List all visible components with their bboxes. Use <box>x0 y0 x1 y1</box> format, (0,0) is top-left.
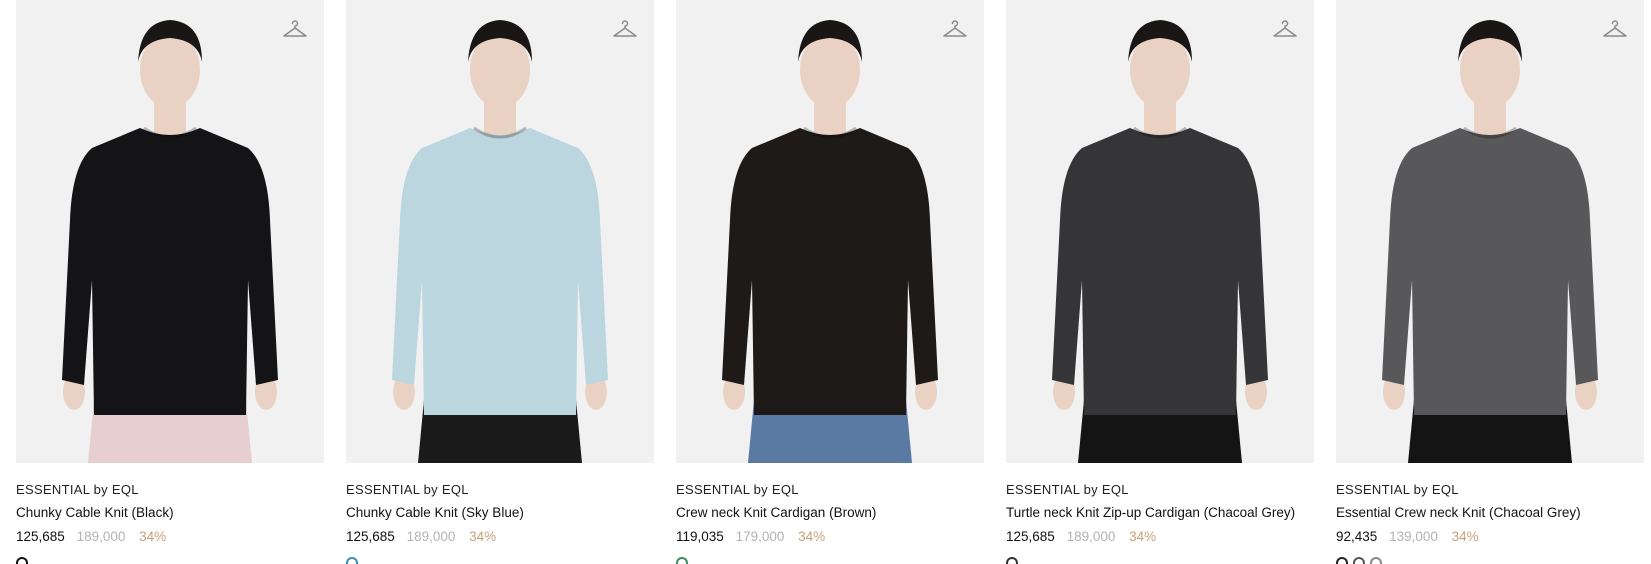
model-illustration <box>392 20 608 463</box>
product-card[interactable]: ESSENTIAL by EQL Essential Crew neck Kni… <box>1336 0 1644 564</box>
discount-badge: 34% <box>139 529 167 544</box>
product-image[interactable] <box>1006 0 1314 463</box>
discount-badge: 34% <box>469 529 497 544</box>
garment <box>62 128 278 415</box>
color-swatches <box>1336 556 1387 564</box>
product-image[interactable] <box>676 0 984 463</box>
color-swatch[interactable] <box>346 557 358 564</box>
model-illustration <box>62 20 278 463</box>
sale-price: 125,685 <box>16 529 65 544</box>
sale-price: 119,035 <box>676 529 724 544</box>
hanger-icon[interactable] <box>942 18 968 40</box>
color-swatches <box>346 556 363 564</box>
sale-price: 125,685 <box>1006 529 1055 544</box>
model-illustration <box>722 20 938 463</box>
sale-price: 125,685 <box>346 529 395 544</box>
brand-label: ESSENTIAL by EQL <box>1006 482 1129 497</box>
brand-label: ESSENTIAL by EQL <box>676 482 799 497</box>
original-price: 189,000 <box>76 529 126 544</box>
hanger-icon[interactable] <box>282 18 308 40</box>
brand-label: ESSENTIAL by EQL <box>346 482 469 497</box>
color-swatches <box>676 556 693 564</box>
product-name[interactable]: Chunky Cable Knit (Sky Blue) <box>346 505 524 520</box>
price-row: 125,685 189,000 34% <box>346 529 496 544</box>
color-swatches <box>16 556 33 564</box>
price-row: 92,435 139,000 34% <box>1336 529 1479 544</box>
original-price: 139,000 <box>1389 529 1438 544</box>
product-image[interactable] <box>16 0 324 463</box>
discount-badge: 34% <box>1451 529 1479 544</box>
model-illustration <box>1052 20 1268 463</box>
price-row: 125,685 189,000 34% <box>16 529 166 544</box>
product-card[interactable]: ESSENTIAL by EQL Crew neck Knit Cardigan… <box>676 0 984 564</box>
original-price: 189,000 <box>406 529 456 544</box>
hanger-icon[interactable] <box>1602 18 1628 40</box>
product-card[interactable]: ESSENTIAL by EQL Turtle neck Knit Zip-up… <box>1006 0 1314 564</box>
product-grid: ESSENTIAL by EQL Chunky Cable Knit (Blac… <box>0 0 1651 564</box>
brand-label: ESSENTIAL by EQL <box>1336 482 1459 497</box>
product-card[interactable]: ESSENTIAL by EQL Chunky Cable Knit (Blac… <box>16 0 324 564</box>
original-price: 189,000 <box>1066 529 1116 544</box>
price-row: 119,035 179,000 34% <box>676 529 825 544</box>
garment <box>392 128 608 415</box>
product-name[interactable]: Essential Crew neck Knit (Chacoal Grey) <box>1336 505 1581 520</box>
hanger-icon[interactable] <box>1272 18 1298 40</box>
original-price: 179,000 <box>735 529 785 544</box>
product-image[interactable] <box>1336 0 1644 463</box>
garment <box>1052 128 1268 415</box>
product-card[interactable]: ESSENTIAL by EQL Chunky Cable Knit (Sky … <box>346 0 654 564</box>
garment <box>722 128 938 415</box>
sale-price: 92,435 <box>1336 529 1378 544</box>
color-swatch[interactable] <box>676 557 688 564</box>
color-swatch[interactable] <box>1336 557 1348 564</box>
brand-label: ESSENTIAL by EQL <box>16 482 139 497</box>
product-image[interactable] <box>346 0 654 463</box>
model-illustration <box>1382 20 1598 463</box>
product-name[interactable]: Crew neck Knit Cardigan (Brown) <box>676 505 876 520</box>
discount-badge: 34% <box>1129 529 1157 544</box>
product-name[interactable]: Chunky Cable Knit (Black) <box>16 505 174 520</box>
garment <box>1382 128 1598 415</box>
price-row: 125,685 189,000 34% <box>1006 529 1156 544</box>
color-swatch[interactable] <box>1353 557 1365 564</box>
color-swatch[interactable] <box>1370 557 1382 564</box>
color-swatch[interactable] <box>1006 557 1018 564</box>
color-swatch[interactable] <box>16 557 28 564</box>
hanger-icon[interactable] <box>612 18 638 40</box>
discount-badge: 34% <box>798 529 826 544</box>
color-swatches <box>1006 556 1023 564</box>
product-name[interactable]: Turtle neck Knit Zip-up Cardigan (Chacoa… <box>1006 505 1295 520</box>
